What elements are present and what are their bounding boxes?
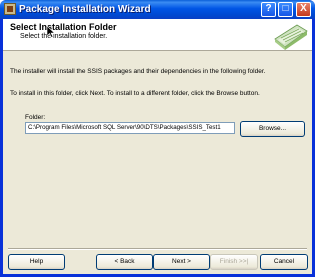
description-line-2: To install in this folder, click Next. T… xyxy=(10,90,260,97)
page-title: Select Installation Folder xyxy=(10,22,117,32)
title-bar[interactable]: Package Installation Wizard ? □ X xyxy=(0,0,315,19)
browse-button[interactable]: Browse... xyxy=(240,121,305,137)
page-subtitle: Select the installation folder. xyxy=(20,33,108,40)
wizard-window: Package Installation Wizard ? □ X Select… xyxy=(0,0,315,277)
help-button[interactable]: Help xyxy=(8,254,65,270)
footer-divider xyxy=(8,248,307,250)
back-button[interactable]: < Back xyxy=(96,254,153,270)
window-title: Package Installation Wizard xyxy=(19,4,151,15)
wizard-client-area: Select Installation Folder Select the in… xyxy=(3,19,312,274)
package-icon xyxy=(4,3,16,15)
mouse-cursor-icon xyxy=(47,26,55,38)
help-title-button[interactable]: ? xyxy=(261,2,276,17)
installer-graphic-icon xyxy=(274,24,308,50)
folder-path-field[interactable]: C:\Program Files\Microsoft SQL Server\90… xyxy=(25,122,235,134)
maximize-button[interactable]: □ xyxy=(278,2,293,17)
finish-button[interactable]: Finish >>| xyxy=(210,254,258,270)
next-button[interactable]: Next > xyxy=(153,254,210,270)
description-line-1: The installer will install the SSIS pack… xyxy=(10,68,266,75)
cancel-button[interactable]: Cancel xyxy=(260,254,308,270)
wizard-header: Select Installation Folder Select the in… xyxy=(3,19,312,51)
close-button[interactable]: X xyxy=(296,2,311,17)
folder-label: Folder: xyxy=(25,114,46,121)
